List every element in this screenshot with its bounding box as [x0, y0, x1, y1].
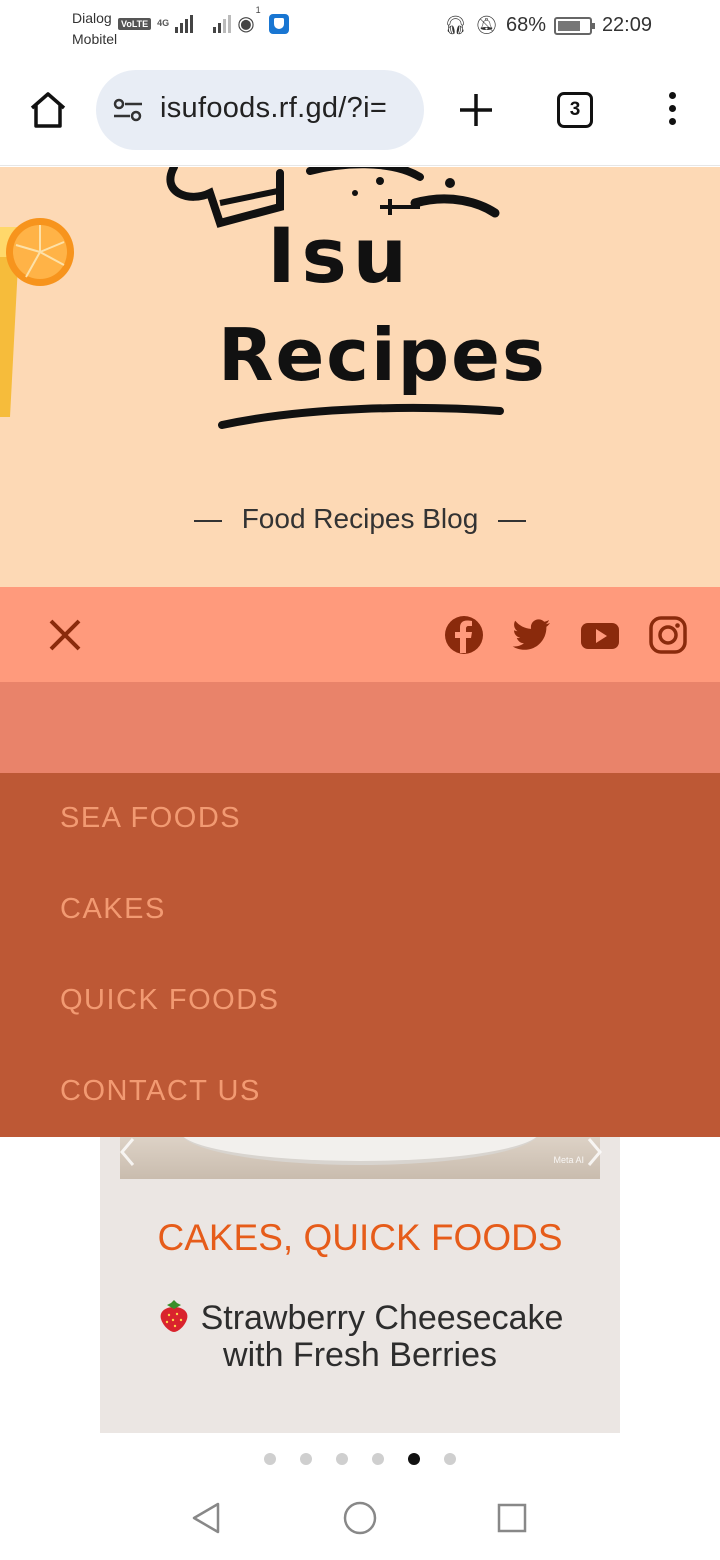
twitter-icon[interactable] — [512, 615, 552, 655]
signal-icon-2 — [213, 14, 232, 33]
carousel-prev-icon[interactable] — [118, 1137, 138, 1167]
carousel-dot[interactable] — [372, 1453, 384, 1465]
tagline-dash-left — [193, 519, 222, 522]
carousel-dots — [264, 1453, 456, 1465]
volte-badge: VoLTE — [118, 17, 152, 30]
logo-line-1: Isu — [267, 211, 413, 300]
network-type: 4G — [157, 18, 170, 28]
recent-apps-icon[interactable] — [496, 1502, 528, 1534]
home-circle-icon[interactable] — [342, 1500, 378, 1536]
site-tagline: Food Recipes Blog — [0, 503, 720, 535]
site-settings-icon[interactable] — [112, 98, 144, 122]
carrier-2: Mobitel — [72, 31, 118, 47]
more-menu-icon[interactable] — [660, 90, 684, 130]
strawberry-icon — [160, 1300, 187, 1332]
nav-item-contact-us[interactable]: CONTACT US — [0, 1046, 720, 1137]
menu-search-band — [0, 682, 720, 773]
carrier-1: Dialog — [72, 10, 112, 26]
carousel-dot[interactable] — [264, 1453, 276, 1465]
clock: 22:09 — [601, 14, 652, 36]
system-status: 🎧︎ 🔕︎ 68% — [444, 14, 595, 37]
image-watermark: Meta AI — [553, 1155, 584, 1165]
url-text: isufoods.rf.gd/?i= — [160, 92, 388, 124]
network-status: VoLTE 4G ◉ 1 — [118, 5, 289, 36]
tagline-dash-right — [498, 519, 527, 522]
address-bar[interactable]: isufoods.rf.gd/?i= — [96, 70, 424, 150]
youtube-icon[interactable] — [580, 615, 620, 655]
post-title-line-1: Strawberry Cheesecake — [200, 1299, 564, 1337]
social-bar — [0, 587, 720, 682]
site-header: Isu Recipes Food Recipes Blog — [0, 167, 720, 587]
plate-image — [180, 1137, 540, 1165]
logo-underline — [218, 403, 504, 429]
post-title-line-2: with Fresh Berries — [223, 1336, 497, 1374]
browser-toolbar: isufoods.rf.gd/?i= 3 — [0, 56, 720, 166]
system-navigation-bar — [0, 1480, 720, 1560]
hotspot-icon: ◉ 1 — [237, 5, 261, 35]
signal-icon — [175, 14, 194, 33]
status-bar: Dialog Mobitel VoLTE 4G ◉ 1 🎧︎ 🔕︎ 68% 22:… — [0, 0, 720, 56]
nav-item-sea-foods[interactable]: SEA FOODS — [0, 773, 720, 864]
carousel-next-icon[interactable] — [584, 1137, 604, 1167]
clock-wrap: 22:09 — [602, 14, 652, 37]
nav-item-quick-foods[interactable]: QUICK FOODS — [0, 955, 720, 1046]
battery-icon — [554, 16, 595, 35]
site-logo[interactable]: Isu Recipes — [160, 167, 547, 453]
carrier-names: Dialog Mobitel — [72, 8, 117, 50]
carousel-dot[interactable] — [444, 1453, 456, 1465]
carousel-dot-active[interactable] — [408, 1453, 420, 1465]
post-categories[interactable]: CAKES, QUICK FOODS — [100, 1217, 620, 1259]
new-tab-plus-icon[interactable] — [456, 90, 496, 130]
back-icon[interactable] — [188, 1500, 224, 1536]
hotspot-count: 1 — [255, 5, 261, 15]
orange-juice-image — [0, 218, 74, 417]
post-title[interactable]: Strawberry Cheesecake with Fresh Berries — [140, 1299, 580, 1374]
logo-line-2: Recipes — [218, 313, 547, 397]
home-icon[interactable] — [26, 88, 70, 132]
vpn-shield-icon — [268, 13, 289, 34]
post-image[interactable]: Meta AI — [120, 1137, 600, 1179]
facebook-icon[interactable] — [444, 615, 484, 655]
carousel-dot[interactable] — [336, 1453, 348, 1465]
social-links — [444, 615, 688, 655]
nav-item-cakes[interactable]: CAKES — [0, 864, 720, 955]
close-icon[interactable] — [47, 617, 83, 653]
headphones-icon: 🎧︎ — [444, 15, 468, 35]
bell-muted-icon: 🔕︎ — [475, 15, 498, 35]
post-carousel: Meta AI CAKES, QUICK FOODS Strawberry Ch… — [100, 1137, 620, 1433]
instagram-icon[interactable] — [648, 615, 688, 655]
tagline-text: Food Recipes Blog — [241, 503, 479, 534]
tabs-icon[interactable]: 3 — [557, 92, 593, 128]
carousel-dot[interactable] — [300, 1453, 312, 1465]
mobile-nav-menu: SEA FOODS CAKES QUICK FOODS CONTACT US — [0, 773, 720, 1137]
battery-percent: 68% — [505, 14, 546, 36]
